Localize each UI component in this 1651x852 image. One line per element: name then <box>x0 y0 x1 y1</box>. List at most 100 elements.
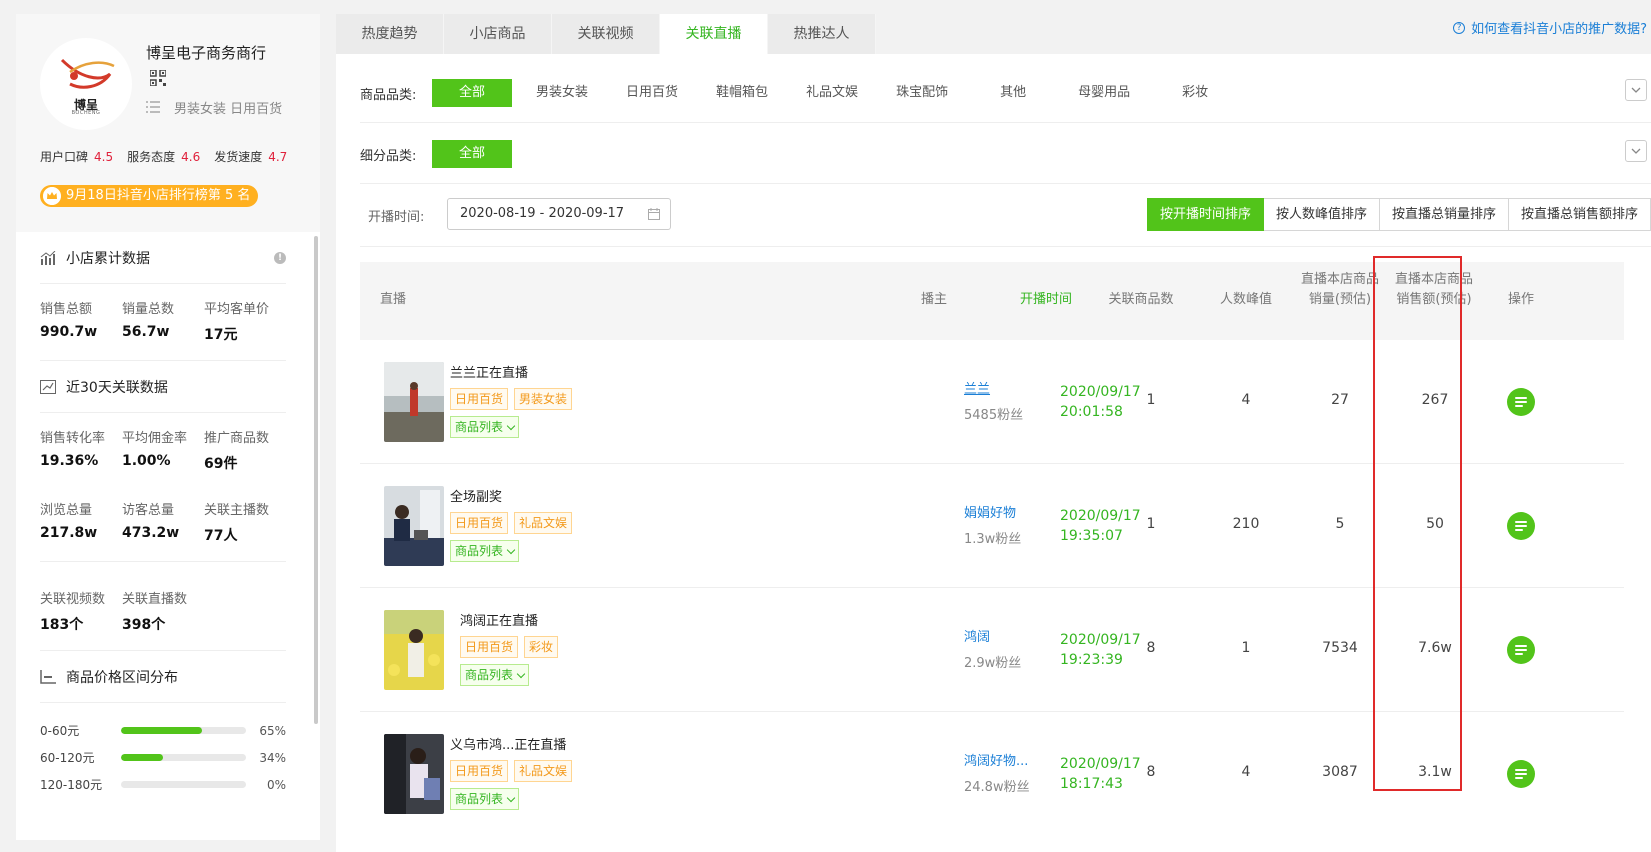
goods-list-dropdown[interactable]: 商品列表 <box>460 664 530 686</box>
live-title[interactable]: 兰兰正在直播 <box>450 362 528 381</box>
stat-value: 398个 <box>122 617 166 633</box>
table-row[interactable]: 义乌市鸿...正在直播 日用百货 礼品文娱 商品列表 鸿阔好物... 24.8w… <box>360 712 1624 836</box>
category-chip[interactable]: 鞋帽箱包 <box>702 79 782 107</box>
goods-list-dropdown[interactable]: 商品列表 <box>450 416 520 438</box>
header-goods-count[interactable]: 关联商品数 <box>1096 290 1186 310</box>
axis-chart-icon <box>40 669 56 684</box>
tab-related-videos[interactable]: 关联视频 <box>552 14 660 54</box>
tab-related-lives[interactable]: 关联直播 <box>660 14 768 54</box>
tab-shop-goods[interactable]: 小店商品 <box>444 14 552 54</box>
rank-badge[interactable]: 9月18日抖音小店排行榜第 5 名 <box>40 185 259 207</box>
stat-label: 关联直播数 <box>122 592 188 607</box>
price-row: 120-180元 0% <box>40 771 286 798</box>
chevron-down-icon <box>516 669 526 679</box>
crown-icon <box>43 187 61 205</box>
rating-label: 用户口碑 <box>40 150 89 164</box>
live-title[interactable]: 鸿阔正在直播 <box>460 610 538 629</box>
header-anchor[interactable]: 播主 <box>904 290 964 310</box>
rank-badge-text: 9月18日抖音小店排行榜第 5 名 <box>66 188 251 203</box>
sort-by-sales-volume-button[interactable]: 按直播总销量排序 <box>1379 198 1509 231</box>
table-row[interactable]: 鸿阔正在直播 日用百货 彩妆 商品列表 鸿阔 2.9w粉丝 2020/09/17… <box>360 588 1624 712</box>
recent30-row-1: 销售转化率 19.36% 平均佣金率 1.00% 推广商品数 69件 <box>40 413 286 473</box>
detail-button[interactable] <box>1507 636 1535 664</box>
rating-label: 服务态度 <box>127 150 176 164</box>
tab-hot-influencers[interactable]: 热推达人 <box>768 14 876 54</box>
stat-label: 平均客单价 <box>204 302 270 317</box>
detail-button[interactable] <box>1507 760 1535 788</box>
price-range-label: 0-60元 <box>40 724 80 738</box>
header-sales-volume[interactable]: 直播本店商品销量(预估) <box>1300 270 1380 310</box>
sort-by-start-time-button[interactable]: 按开播时间排序 <box>1146 198 1264 231</box>
stat-promoted-goods: 推广商品数 69件 <box>204 427 286 473</box>
chevron-down-icon <box>1631 87 1641 93</box>
anchor-name-link[interactable]: 兰兰 <box>964 378 990 397</box>
live-thumbnail[interactable] <box>384 486 444 566</box>
sales-amount: 3.1w <box>1418 764 1452 780</box>
price-row: 0-60元 65% <box>40 717 286 744</box>
info-icon[interactable]: ! <box>274 252 286 264</box>
tab-heat-trend[interactable]: 热度趋势 <box>336 14 444 54</box>
stat-value: 77人 <box>204 528 238 544</box>
detail-button[interactable] <box>1507 512 1535 540</box>
stat-label: 销售转化率 <box>40 431 106 446</box>
category-chip[interactable]: 彩妆 <box>1168 79 1222 107</box>
detail-button[interactable] <box>1507 388 1535 416</box>
table-row[interactable]: 全场副奖 日用百货 礼品文娱 商品列表 娟娟好物 1.3w粉丝 2020/09/… <box>360 464 1624 588</box>
category-chip[interactable]: 母婴用品 <box>1064 79 1144 107</box>
live-tags: 日用百货 礼品文娱 <box>450 760 573 782</box>
section-title: 小店累计数据 <box>66 250 150 267</box>
stat-anchors: 关联主播数 77人 <box>204 499 286 545</box>
category-expand-button[interactable] <box>1625 79 1647 101</box>
goods-list-dropdown[interactable]: 商品列表 <box>450 788 520 810</box>
price-range-label: 120-180元 <box>40 778 103 792</box>
date-range-input[interactable]: 2020-08-19 - 2020-09-17 <box>447 198 671 230</box>
live-cover-image <box>384 486 444 566</box>
price-dist-title: 商品价格区间分布 <box>40 651 286 703</box>
anchor-name-link[interactable]: 娟娟好物 <box>964 502 1016 521</box>
list-icon-line <box>1515 401 1527 403</box>
category-chip[interactable]: 日用百货 <box>612 79 692 107</box>
subcategory-expand-button[interactable] <box>1625 140 1647 162</box>
recent30-section: 近30天关联数据 销售转化率 19.36% 平均佣金率 1.00% 推广商品数 69件… <box>40 361 286 651</box>
sort-by-sales-amount-button[interactable]: 按直播总销售额排序 <box>1508 198 1651 231</box>
header-peak[interactable]: 人数峰值 <box>1206 290 1286 310</box>
header-operation: 操作 <box>1507 292 1534 307</box>
header-sales-amount[interactable]: 直播本店商品销售额(预估) <box>1394 270 1474 310</box>
category-chip[interactable]: 男装女装 <box>522 79 602 107</box>
table-row[interactable]: 兰兰正在直播 日用百货 男装女装 商品列表 兰兰 5485粉丝 2020/09/… <box>360 340 1624 464</box>
filter-divider <box>360 122 1651 123</box>
live-thumbnail[interactable] <box>384 610 444 690</box>
sort-by-peak-button[interactable]: 按人数峰值排序 <box>1263 198 1380 231</box>
stat-lives: 关联直播数 398个 <box>122 588 204 634</box>
live-title[interactable]: 全场副奖 <box>450 486 502 505</box>
category-chip-all[interactable]: 全部 <box>432 79 512 107</box>
chevron-down-icon <box>506 793 516 803</box>
category-chip[interactable]: 其他 <box>986 79 1040 107</box>
peak-viewers: 210 <box>1232 516 1260 532</box>
live-title[interactable]: 义乌市鸿...正在直播 <box>450 734 566 753</box>
rating-label: 发货速度 <box>214 150 263 164</box>
toolbar-divider <box>360 246 1651 247</box>
qr-code-icon[interactable] <box>150 70 166 86</box>
shop-ratings: 用户口碑 4.5 服务态度 4.6 发货速度 4.7 <box>40 148 287 165</box>
cumulative-stats: 销售总额 990.7w 销量总数 56.7w 平均客单价 17元 <box>40 284 286 344</box>
sidebar-scrollbar[interactable] <box>314 236 318 724</box>
goods-list-dropdown[interactable]: 商品列表 <box>450 540 520 562</box>
category-chip[interactable]: 珠宝配饰 <box>882 79 962 107</box>
anchor-name-link[interactable]: 鸿阔好物... <box>964 750 1028 769</box>
subcategory-chip-all[interactable]: 全部 <box>432 140 512 168</box>
anchor-name-link[interactable]: 鸿阔 <box>964 626 990 645</box>
goods-count: 8 <box>1146 640 1156 656</box>
category-filter-label: 商品品类: <box>360 87 417 103</box>
sales-volume: 3087 <box>1322 764 1358 780</box>
live-thumbnail[interactable] <box>384 734 444 814</box>
stat-value: 17元 <box>204 327 238 343</box>
header-start-time[interactable]: 开播时间 <box>1006 290 1086 310</box>
list-icon-line <box>1515 653 1523 655</box>
live-thumbnail[interactable] <box>384 362 444 442</box>
list-icon-line <box>1515 773 1527 775</box>
help-link[interactable]: ? 如何查看抖音小店的推广数据? <box>1453 18 1647 37</box>
category-chip[interactable]: 礼品文娱 <box>792 79 872 107</box>
list-icon-line <box>1515 777 1523 779</box>
goods-count: 1 <box>1146 392 1156 408</box>
